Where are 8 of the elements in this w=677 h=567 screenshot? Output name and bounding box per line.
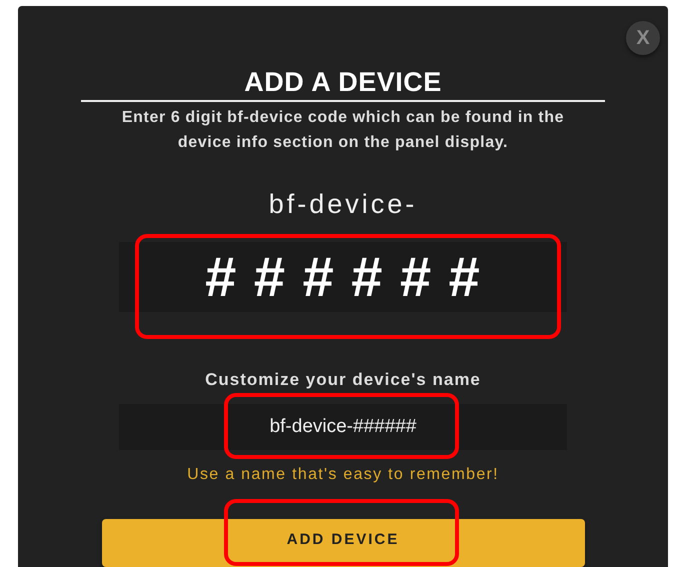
code-input-field[interactable]: # # # # # #	[119, 242, 567, 312]
field-label: Customize your device's name	[205, 368, 481, 391]
hint-text: Use a name that's easy to remember!	[187, 464, 499, 485]
name-input-field[interactable]: bf-device-######	[119, 404, 567, 450]
code-prefix: bf-device-	[268, 188, 418, 220]
add-device-button[interactable]: ADD DEVICE	[102, 518, 584, 567]
dialog-title: ADD A DEVICE	[244, 66, 442, 98]
instructions-text: Enter 6 digit bf-device code which can be found in the device info section on the panel display.	[120, 108, 566, 153]
